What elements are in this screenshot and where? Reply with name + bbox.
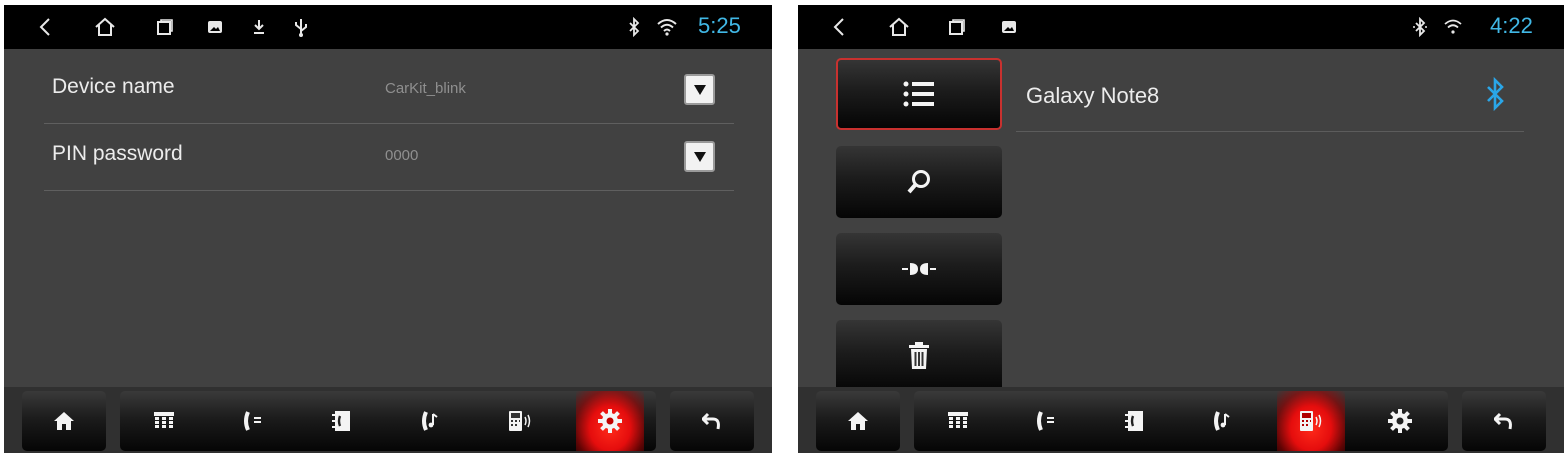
device-list-icon[interactable]	[1277, 391, 1345, 451]
home-icon[interactable]	[30, 391, 98, 451]
settings-gear-icon[interactable]	[1366, 391, 1434, 451]
bluetooth-connected-icon	[1482, 75, 1508, 120]
status-bar: 4:22	[798, 5, 1564, 49]
nav-main-block	[120, 391, 656, 451]
bt-music-icon[interactable]	[397, 391, 465, 451]
download-icon	[248, 5, 270, 49]
bt-devices-screen: 4:22 Galaxy Note8	[798, 5, 1564, 453]
wifi-icon	[654, 5, 680, 49]
contacts-icon[interactable]	[308, 391, 376, 451]
search-button[interactable]	[836, 146, 1002, 218]
home-outline-icon[interactable]	[884, 5, 914, 49]
bt-settings-screen: 5:25 Device name CarKit_blink PIN passwo…	[4, 5, 772, 453]
return-icon[interactable]	[1470, 391, 1538, 451]
settings-gear-icon[interactable]	[576, 391, 644, 451]
bottom-nav	[4, 387, 772, 453]
bluetooth-icon	[624, 5, 644, 49]
pin-password-dropdown-button[interactable]	[684, 141, 715, 172]
nav-main-block	[914, 391, 1448, 451]
paired-list-button[interactable]	[836, 58, 1002, 130]
bluetooth-icon	[1410, 5, 1430, 49]
nav-return-block	[1462, 391, 1546, 451]
dialpad-icon[interactable]	[924, 391, 992, 451]
usb-icon	[290, 5, 312, 49]
call-log-icon[interactable]	[219, 391, 287, 451]
device-name-row[interactable]: Device name CarKit_blink	[44, 57, 734, 124]
device-list-icon[interactable]	[486, 391, 554, 451]
home-outline-icon[interactable]	[90, 5, 120, 49]
nav-home-block	[816, 391, 900, 451]
return-icon[interactable]	[678, 391, 746, 451]
nav-home-block	[22, 391, 106, 451]
pin-password-value: 0000	[385, 147, 419, 164]
pin-password-row[interactable]: PIN password 0000	[44, 124, 734, 191]
device-name-value: CarKit_blink	[385, 80, 466, 97]
recent-apps-icon[interactable]	[944, 5, 970, 49]
device-name-label: Device name	[52, 75, 175, 98]
chevron-down-icon	[693, 84, 706, 95]
clock: 4:22	[1490, 13, 1533, 38]
back-icon[interactable]	[828, 5, 850, 49]
search-icon	[907, 170, 930, 194]
delete-icon	[909, 342, 929, 369]
call-log-icon[interactable]	[1012, 391, 1080, 451]
back-icon[interactable]	[34, 5, 56, 49]
delete-button[interactable]	[836, 320, 1002, 392]
device-name-dropdown-button[interactable]	[684, 74, 715, 105]
chevron-down-icon	[693, 151, 706, 162]
wifi-icon	[1441, 5, 1465, 49]
connect-icon	[902, 263, 936, 275]
bottom-nav	[798, 387, 1564, 453]
home-icon[interactable]	[824, 391, 892, 451]
recent-apps-icon[interactable]	[152, 5, 178, 49]
device-list-item[interactable]: Galaxy Note8	[1016, 53, 1524, 132]
paired-list-icon	[903, 81, 934, 107]
gallery-icon	[204, 5, 226, 49]
pin-password-label: PIN password	[52, 142, 183, 165]
status-bar: 5:25	[4, 5, 772, 49]
contacts-icon[interactable]	[1101, 391, 1169, 451]
clock: 5:25	[698, 13, 741, 38]
nav-return-block	[670, 391, 754, 451]
gallery-icon	[998, 5, 1020, 49]
dialpad-icon[interactable]	[130, 391, 198, 451]
bt-music-icon[interactable]	[1189, 391, 1257, 451]
connect-button[interactable]	[836, 233, 1002, 305]
device-name: Galaxy Note8	[1026, 83, 1160, 108]
